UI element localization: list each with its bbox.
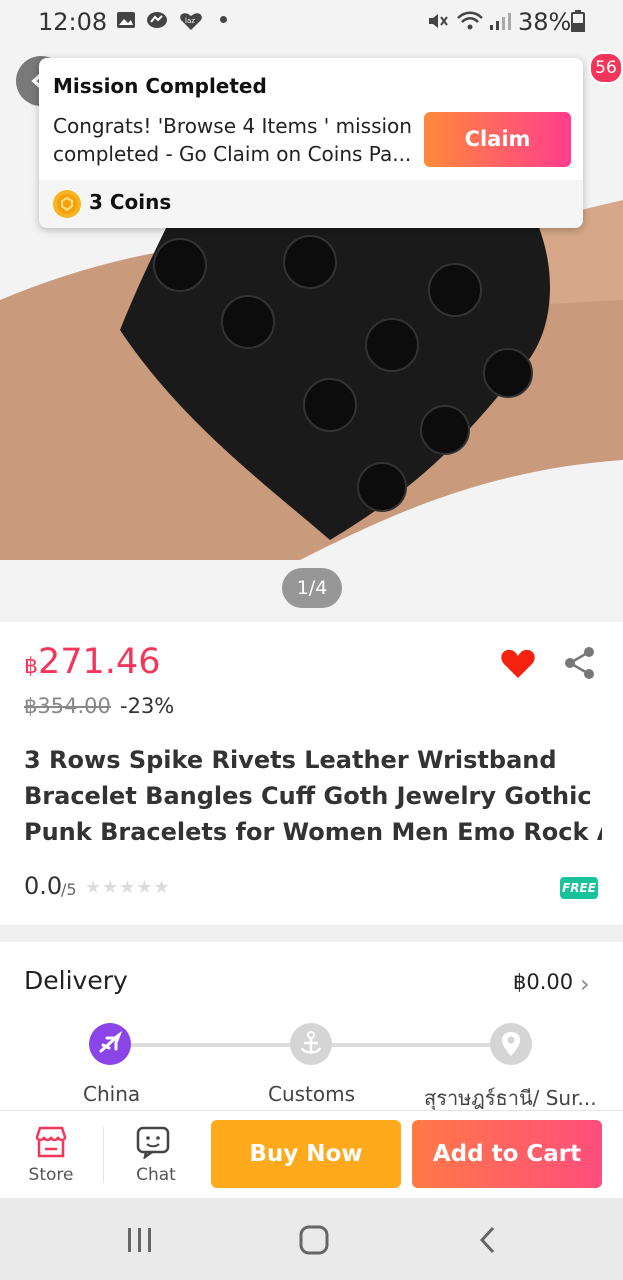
status-bar: 12:08 laz 38% [0, 0, 623, 44]
product-info: ฿271.46 ฿354.00 -23% 3 Rows Spike Rivets… [0, 622, 623, 925]
delivery-step-origin: China [83, 1082, 141, 1106]
delivery-step-customs: Customs [268, 1082, 356, 1106]
svg-text:laz: laz [185, 17, 195, 25]
chat-button[interactable]: Chat [104, 1111, 208, 1199]
mission-message-line1: Congrats! 'Browse 4 Items ' mission [53, 114, 412, 138]
location-pin-icon [490, 1023, 532, 1065]
product-title-line3: Punk Bracelets for Women Men Emo Rock A.… [24, 818, 602, 846]
system-nav-bar [0, 1198, 623, 1280]
product-title-line1: 3 Rows Spike Rivets Leather Wristband [24, 746, 557, 774]
original-price: ฿354.00 [24, 694, 111, 718]
rating-stars: ★★★★★ [85, 877, 171, 898]
product-title-line2: Bracelet Bangles Cuff Goth Jewelry Gothi… [24, 782, 592, 810]
battery-percent: 38% [518, 8, 572, 36]
chat-icon [136, 1125, 176, 1163]
coins-label: 3 Coins [89, 190, 172, 214]
bottom-action-bar: Store Chat Buy Now Add to Cart [0, 1110, 623, 1199]
mission-message-line2: completed - Go Claim on Coins Pa... [53, 142, 412, 166]
price-currency: ฿ [24, 654, 38, 679]
recents-icon[interactable] [126, 1226, 154, 1258]
wifi-icon [456, 11, 483, 30]
delivery-section[interactable]: Delivery ฿0.00 › China Customs สุราษฎร์ธ… [0, 942, 623, 1112]
back-nav-icon[interactable] [476, 1224, 500, 1260]
lazada-icon: laz [179, 11, 202, 30]
store-label: Store [28, 1165, 74, 1185]
mission-popup[interactable]: Mission Completed Congrats! 'Browse 4 It… [39, 58, 583, 228]
price-value: 271.46 [38, 642, 161, 682]
store-icon [33, 1125, 69, 1163]
free-shipping-badge: FREE [560, 877, 598, 899]
claim-button[interactable]: Claim [424, 112, 571, 167]
mission-reward: 3 Coins [39, 180, 583, 228]
mission-title: Mission Completed [53, 74, 267, 98]
coin-icon [53, 190, 81, 218]
chevron-right-icon[interactable]: › [580, 970, 590, 998]
add-to-cart-button[interactable]: Add to Cart [412, 1120, 602, 1188]
notification-dot [220, 16, 227, 23]
delivery-title: Delivery [24, 966, 128, 995]
status-time: 12:08 [38, 8, 108, 36]
chat-label: Chat [136, 1165, 176, 1185]
anchor-icon [290, 1023, 332, 1065]
share-icon[interactable] [563, 646, 597, 684]
buy-now-button[interactable]: Buy Now [211, 1120, 401, 1188]
battery-icon [571, 10, 585, 36]
price: ฿271.46 [24, 642, 160, 682]
gallery-icon [116, 11, 136, 29]
mute-icon [426, 11, 448, 29]
rating-score: 0.0 [24, 872, 63, 900]
image-counter: 1/4 [282, 568, 342, 608]
airplane-icon [89, 1023, 131, 1065]
rating-max: /5 [61, 880, 77, 899]
delivery-price: ฿0.00 [513, 970, 574, 994]
discount-percent: -23% [120, 694, 175, 718]
heart-icon[interactable] [500, 648, 536, 684]
store-button[interactable]: Store [0, 1111, 102, 1199]
signal-icon [488, 11, 511, 30]
cart-badge[interactable]: 56 [589, 52, 623, 84]
mission-message: Congrats! 'Browse 4 Items ' mission comp… [53, 112, 413, 168]
product-title: 3 Rows Spike Rivets Leather Wristband Br… [24, 742, 602, 850]
messenger-icon [146, 11, 167, 29]
home-icon[interactable] [298, 1224, 330, 1260]
